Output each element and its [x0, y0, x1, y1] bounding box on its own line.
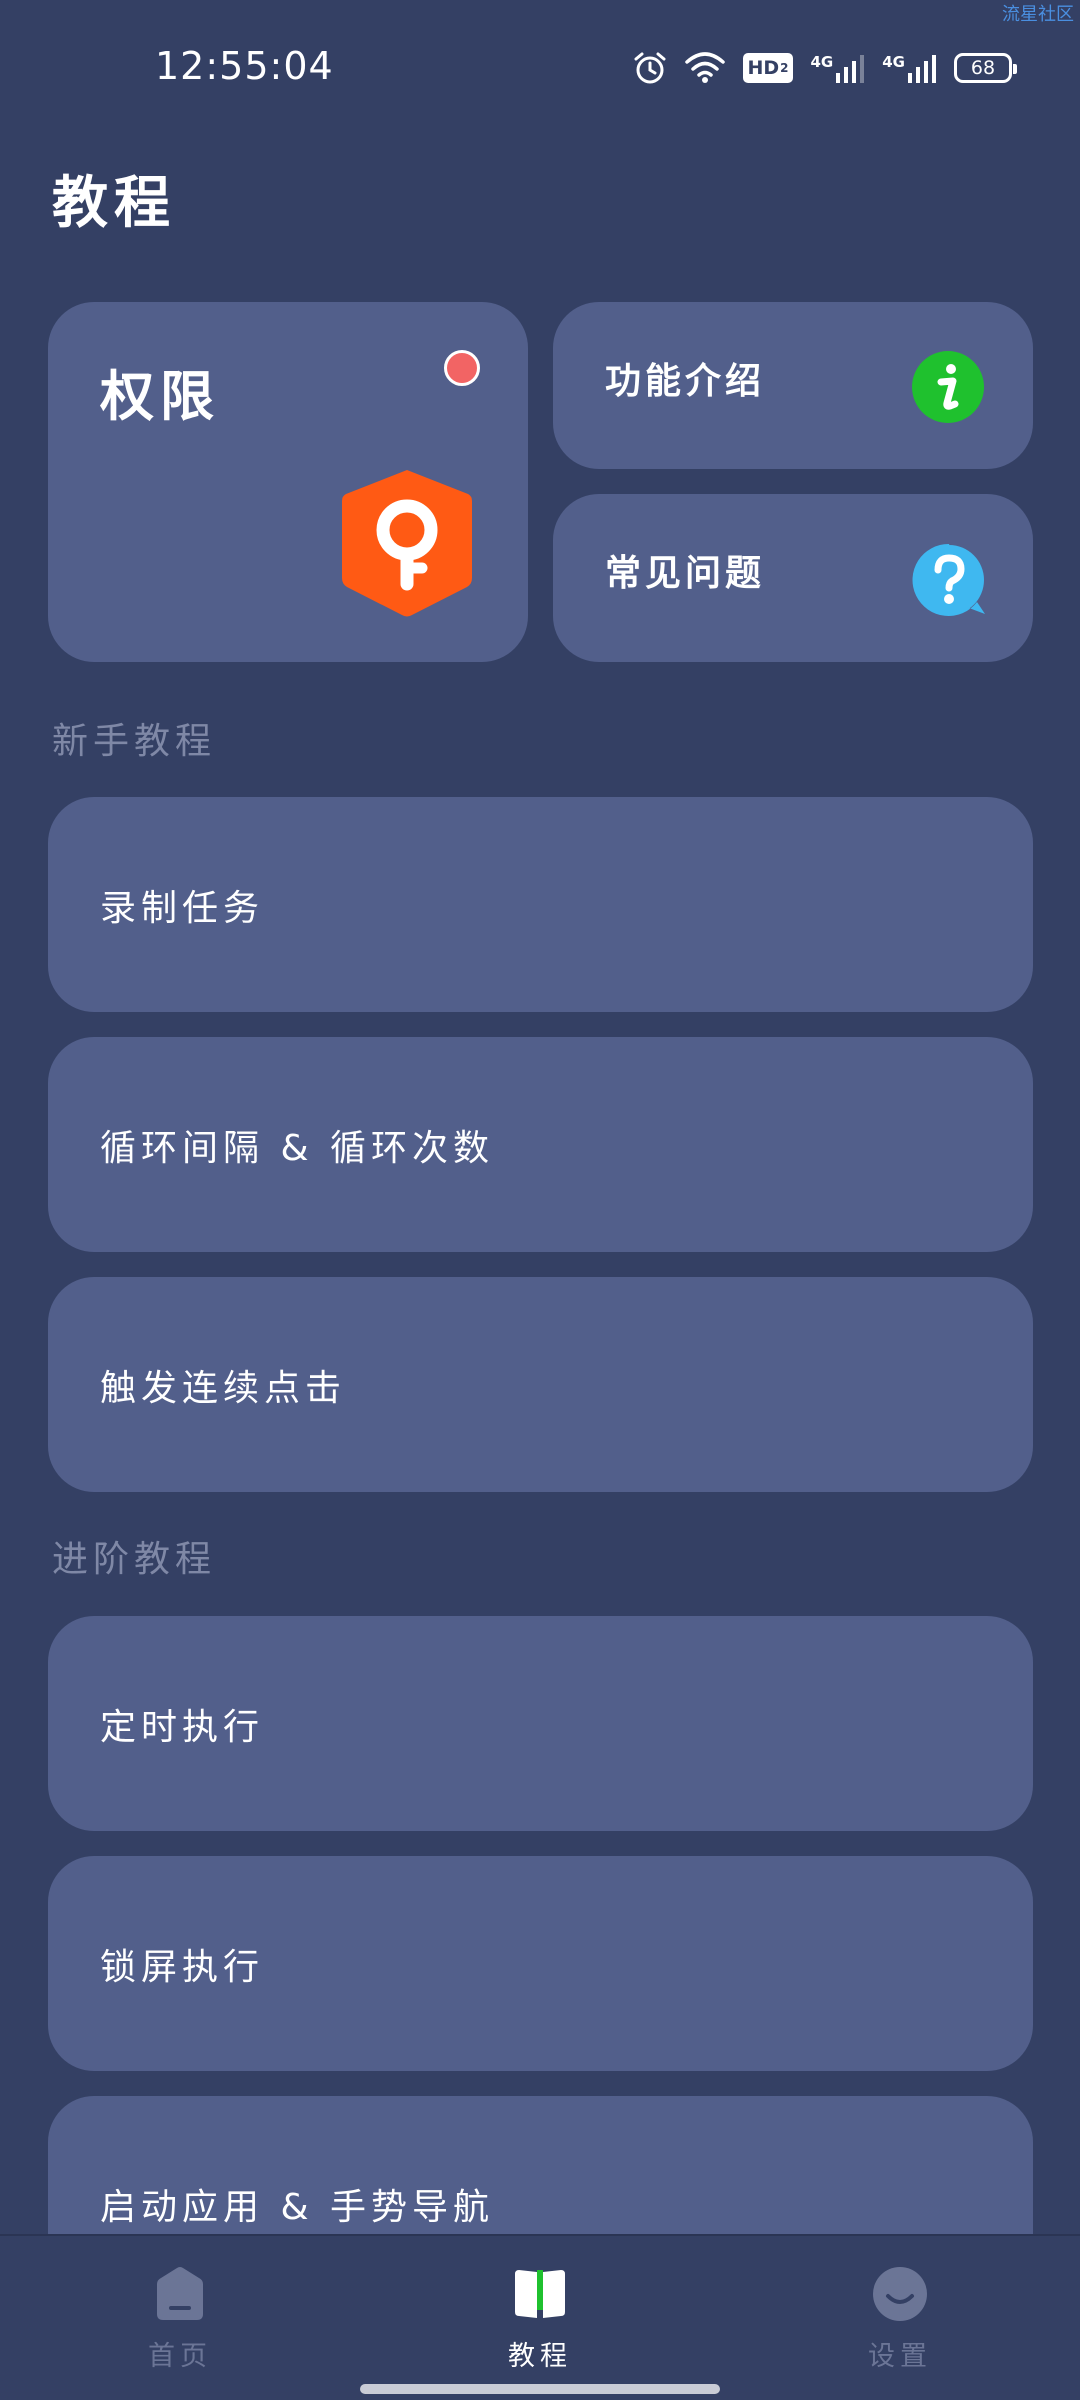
smile-icon — [873, 2267, 927, 2321]
wifi-icon — [685, 52, 726, 84]
book-icon — [515, 2270, 565, 2318]
list-item-label: 循环间隔 & 循环次数 — [100, 1127, 494, 1169]
feature-intro-label: 功能介绍 — [605, 361, 766, 402]
list-item-lockscreen-run[interactable]: 锁屏执行 — [48, 1856, 1033, 2071]
nav-tutorial[interactable]: 教程 — [440, 2266, 640, 2373]
battery-icon: 68 — [954, 53, 1017, 83]
list-item-label: 触发连续点击 — [100, 1367, 347, 1409]
battery-level: 68 — [970, 57, 996, 79]
bottom-nav: 首页 教程 设置 — [0, 2234, 1080, 2400]
nav-tutorial-label: 教程 — [508, 2341, 572, 2372]
network-label-1: 4G — [810, 53, 834, 71]
list-item-continuous-click[interactable]: 触发连续点击 — [48, 1277, 1033, 1492]
list-item-scheduled-run[interactable]: 定时执行 — [48, 1616, 1033, 1831]
signal-icon-2: 4G — [882, 53, 936, 83]
nav-home[interactable]: 首页 — [80, 2266, 280, 2373]
hd-sub: 2 — [780, 61, 789, 75]
home-indicator[interactable] — [360, 2384, 720, 2394]
faq-card[interactable]: 常见问题 — [553, 494, 1033, 662]
home-icon — [157, 2267, 203, 2320]
nav-settings[interactable]: 设置 — [800, 2266, 1000, 2373]
page-title: 教程 — [52, 171, 176, 236]
signal-icon-1: 4G — [811, 53, 865, 83]
notification-dot — [444, 350, 480, 386]
list-item-label: 录制任务 — [100, 887, 265, 929]
alarm-icon — [633, 51, 667, 85]
status-bar: 12:55:04 HD 2 4G 4G 68 — [0, 0, 1080, 135]
hd-icon: HD 2 — [743, 53, 793, 83]
status-icons: HD 2 4G 4G 68 — [633, 48, 1017, 88]
list-item-label: 启动应用 & 手势导航 — [100, 2187, 494, 2228]
permission-label: 权限 — [100, 365, 220, 428]
help-icon — [912, 543, 985, 616]
list-item-loop-interval[interactable]: 循环间隔 & 循环次数 — [48, 1037, 1033, 1252]
nav-home-label: 首页 — [148, 2341, 212, 2372]
section-beginner-title: 新手教程 — [52, 721, 217, 762]
list-item-label: 定时执行 — [100, 1706, 265, 1748]
permission-card[interactable]: 权限 — [48, 302, 528, 662]
feature-intro-card[interactable]: 功能介绍 — [553, 302, 1033, 469]
list-item-label: 锁屏执行 — [100, 1946, 265, 1988]
info-icon — [912, 351, 984, 423]
shield-key-icon — [342, 470, 472, 617]
status-time: 12:55:04 — [155, 44, 334, 88]
hd-label: HD — [747, 57, 780, 79]
list-item-record-task[interactable]: 录制任务 — [48, 797, 1033, 1012]
network-label-2: 4G — [882, 53, 905, 71]
faq-label: 常见问题 — [605, 553, 766, 594]
section-advanced-title: 进阶教程 — [52, 1539, 217, 1580]
nav-settings-label: 设置 — [868, 2341, 932, 2372]
